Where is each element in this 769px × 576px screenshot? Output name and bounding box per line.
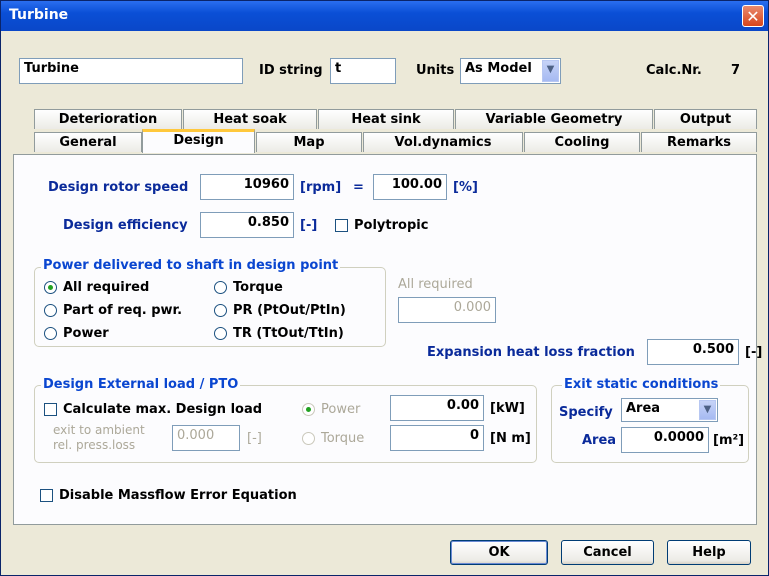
ok-button[interactable]: OK <box>450 540 548 565</box>
units-select[interactable]: As Model ▼ <box>460 58 561 84</box>
option-pr-label: PR (PtOut/PtIn) <box>233 303 346 318</box>
id-string-label: ID string <box>259 63 323 78</box>
kw-unit: [kW] <box>490 401 525 416</box>
option-part-req-label: Part of req. pwr. <box>63 303 183 318</box>
chevron-down-icon[interactable]: ▼ <box>542 60 559 82</box>
all-required-value-input: 0.000 <box>398 297 496 323</box>
efficiency-input[interactable]: 0.850 <box>200 212 294 238</box>
radio-load-power <box>302 403 315 416</box>
area-unit: [m²] <box>713 433 745 448</box>
option-tr-label: TR (TtOut/TtIn) <box>233 326 344 341</box>
polytropic-label: Polytropic <box>354 218 429 233</box>
tab-heat-sink[interactable]: Heat sink <box>318 109 454 129</box>
tab-general[interactable]: General <box>34 132 142 152</box>
expansion-heat-loss-label: Expansion heat loss fraction <box>427 345 635 360</box>
cancel-button[interactable]: Cancel <box>561 540 654 565</box>
rpm-unit: [rpm] <box>300 180 342 195</box>
nm-unit: [N m] <box>490 431 531 446</box>
tab-cooling[interactable]: Cooling <box>524 132 640 152</box>
expansion-unit: [-] <box>745 345 763 360</box>
specify-label: Specify <box>559 405 613 420</box>
radio-power[interactable] <box>44 327 57 340</box>
power-group-title: Power delivered to shaft in design point <box>41 258 341 273</box>
radio-tr[interactable] <box>214 327 227 340</box>
rotor-speed-input[interactable]: 10960 <box>200 174 294 200</box>
calc-max-design-load-label: Calculate max. Design load <box>63 402 263 417</box>
close-icon[interactable]: ✕ <box>742 5 764 27</box>
disable-massflow-label: Disable Massflow Error Equation <box>59 488 297 503</box>
calc-nr-label: Calc.Nr. <box>646 63 702 78</box>
design-efficiency-label: Design efficiency <box>63 218 188 233</box>
window-title: Turbine <box>9 7 69 23</box>
tab-vol-dynamics[interactable]: Vol.dynamics <box>363 132 523 152</box>
radio-torque[interactable] <box>214 281 227 294</box>
load-power-input[interactable]: 0.00 <box>390 395 484 421</box>
expansion-heat-loss-input[interactable]: 0.500 <box>647 339 739 365</box>
calc-nr-value: 7 <box>731 63 741 78</box>
percent-unit: [%] <box>453 180 478 195</box>
exit-press-loss-input: 0.000 <box>172 425 240 451</box>
tab-design[interactable]: Design <box>142 129 255 153</box>
area-label: Area <box>582 433 617 448</box>
load-torque-label: Torque <box>321 431 365 446</box>
tab-map[interactable]: Map <box>256 132 362 152</box>
tab-output[interactable]: Output <box>654 109 757 129</box>
polytropic-checkbox[interactable] <box>335 219 348 232</box>
title-bar: Turbine ✕ <box>1 1 768 31</box>
tab-remarks[interactable]: Remarks <box>641 132 757 152</box>
units-label: Units <box>416 63 455 78</box>
load-power-label: Power <box>321 402 361 417</box>
id-string-input[interactable]: t <box>330 58 396 84</box>
exit-static-title: Exit static conditions <box>562 377 721 392</box>
rotor-speed-percent-input[interactable]: 100.00 <box>373 174 447 200</box>
specify-value: Area <box>626 401 661 416</box>
chevron-down-icon[interactable]: ▼ <box>699 400 716 420</box>
design-rotor-speed-label: Design rotor speed <box>48 180 189 195</box>
turbine-dialog: Turbine ✕ Turbine ID string t Units As M… <box>0 0 769 576</box>
load-torque-input[interactable]: 0 <box>390 425 484 451</box>
all-required-side-label: All required <box>398 277 473 292</box>
help-button[interactable]: Help <box>667 540 751 565</box>
tab-deterioration[interactable]: Deterioration <box>34 109 182 129</box>
efficiency-unit: [-] <box>300 218 318 233</box>
specify-select[interactable]: Area ▼ <box>621 398 718 422</box>
option-power-label: Power <box>63 326 109 341</box>
tab-variable-geometry[interactable]: Variable Geometry <box>455 109 653 129</box>
calc-max-design-load-checkbox[interactable] <box>44 403 57 416</box>
option-torque-label: Torque <box>233 280 283 295</box>
radio-part-of-req-pwr[interactable] <box>44 304 57 317</box>
rel-press-loss-label: rel. press.loss <box>53 438 136 452</box>
tab-heat-soak[interactable]: Heat soak <box>183 109 317 129</box>
radio-all-required[interactable] <box>44 281 57 294</box>
disable-massflow-checkbox[interactable] <box>40 489 53 502</box>
exit-press-loss-unit: [-] <box>247 431 262 446</box>
radio-pr[interactable] <box>214 304 227 317</box>
equals-sign: = <box>353 180 364 195</box>
area-input[interactable]: 0.0000 <box>621 427 709 453</box>
option-all-required-label: All required <box>63 280 150 295</box>
exit-ambient-label: exit to ambient <box>53 423 145 437</box>
external-load-title: Design External load / PTO <box>41 377 241 392</box>
units-value: As Model <box>465 61 532 76</box>
component-name-input[interactable]: Turbine <box>19 58 243 84</box>
radio-load-torque <box>302 432 315 445</box>
